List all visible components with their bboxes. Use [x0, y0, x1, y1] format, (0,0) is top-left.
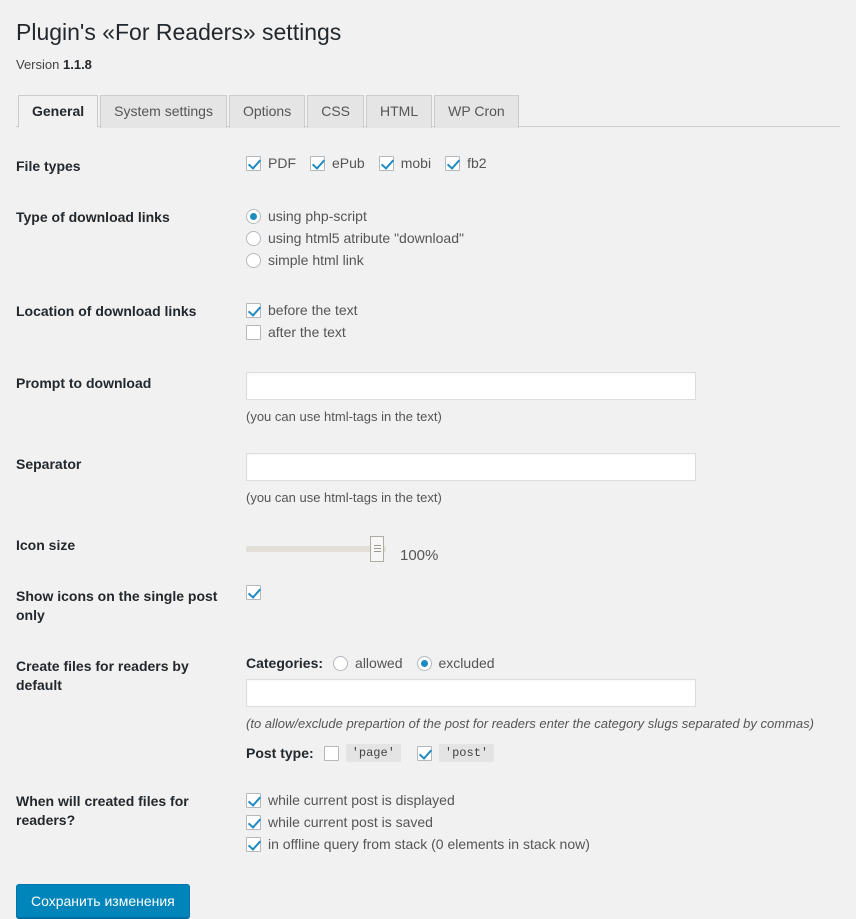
- radio-simple-link[interactable]: [246, 252, 261, 268]
- checkbox-after-text[interactable]: [246, 324, 261, 340]
- single-post-option[interactable]: [246, 585, 830, 600]
- page-title: Plugin's «For Readers» settings: [16, 19, 342, 45]
- row-file-types: File types PDF ePub mobi fb2: [16, 141, 840, 192]
- link-location-after-label: after the text: [268, 324, 346, 340]
- file-types-group: PDF ePub mobi fb2: [246, 155, 830, 171]
- label-when-created: When will created files for readers?: [16, 793, 189, 828]
- post-type-group: Post type: 'page' 'post': [246, 744, 830, 762]
- when-created-offline-label: in offline query from stack (0 elements …: [268, 836, 590, 852]
- checkbox-fb2[interactable]: [445, 155, 461, 171]
- link-type-php-label: using php-script: [268, 208, 367, 224]
- submit-area: Сохранить изменения: [16, 870, 840, 918]
- categories-group: Categories: allowed excluded: [246, 655, 830, 671]
- link-type-simple-label: simple html link: [268, 252, 364, 268]
- when-created-displayed-label: while current post is displayed: [268, 792, 455, 808]
- checkbox-post-saved[interactable]: [246, 814, 261, 830]
- row-link-type: Type of download links using php-script …: [16, 192, 840, 286]
- link-type-option-html5[interactable]: using html5 atribute "download": [246, 228, 830, 248]
- tab-bar: General System settings Options CSS HTML WP C…: [16, 94, 840, 128]
- categories-excluded-label: excluded: [438, 655, 495, 671]
- file-type-mobi[interactable]: mobi: [378, 155, 432, 171]
- file-type-pdf-label: PDF: [268, 155, 296, 171]
- version-number: 1.1.8: [63, 57, 92, 72]
- categories-input[interactable]: [246, 679, 696, 707]
- label-icon-size: Icon size: [16, 537, 76, 553]
- file-type-mobi-label: mobi: [400, 155, 432, 171]
- row-link-location: Location of download links before the te…: [16, 286, 840, 358]
- checkbox-epub[interactable]: [310, 155, 325, 171]
- tab-css[interactable]: CSS: [307, 95, 365, 128]
- post-type-post-label: 'post': [438, 744, 495, 762]
- icon-size-control: 100%: [246, 534, 830, 564]
- radio-php-script[interactable]: [246, 208, 261, 224]
- label-prompt: Prompt to download: [16, 375, 152, 391]
- version-label: Version: [16, 57, 60, 72]
- settings-form: File types PDF ePub mobi fb2 Type of dow…: [16, 141, 840, 870]
- label-file-types: File types: [16, 158, 81, 174]
- radio-categories-allowed[interactable]: [333, 655, 349, 671]
- checkbox-pdf[interactable]: [246, 155, 261, 171]
- tab-wp-cron[interactable]: WP Cron: [434, 95, 519, 128]
- version-line: Version 1.1.8: [16, 53, 840, 72]
- when-created-saved[interactable]: while current post is saved: [246, 812, 830, 832]
- label-separator: Separator: [16, 456, 82, 472]
- radio-categories-excluded[interactable]: [416, 655, 432, 671]
- radio-html5-attribute[interactable]: [246, 230, 261, 246]
- categories-excluded[interactable]: excluded: [416, 655, 495, 671]
- prompt-hint: (you can use html-tags in the text): [246, 409, 442, 424]
- tab-options[interactable]: Options: [228, 95, 306, 128]
- row-separator: Separator (you can use html-tags in the …: [16, 439, 840, 520]
- tab-html[interactable]: HTML: [366, 95, 433, 128]
- tab-general[interactable]: General: [18, 95, 99, 128]
- file-type-epub[interactable]: ePub: [310, 155, 365, 171]
- categories-hint: (to allow/exclude prepartion of the post…: [246, 716, 814, 731]
- checkbox-post-displayed[interactable]: [246, 792, 261, 808]
- when-created-saved-label: while current post is saved: [268, 814, 433, 830]
- slider-handle[interactable]: [370, 535, 384, 562]
- post-type-label: Post type:: [246, 745, 314, 761]
- when-created-offline[interactable]: in offline query from stack (0 elements …: [246, 834, 830, 854]
- row-when-created: When will created files for readers? whi…: [16, 776, 840, 870]
- label-link-location: Location of download links: [16, 303, 197, 319]
- prompt-input[interactable]: [246, 372, 696, 400]
- checkbox-single-post-only[interactable]: [246, 585, 261, 600]
- label-single-post: Show icons on the single post only: [16, 588, 218, 623]
- row-create-files: Create files for readers by default Cate…: [16, 641, 840, 776]
- label-create-files: Create files for readers by default: [16, 658, 189, 693]
- separator-input[interactable]: [246, 453, 696, 481]
- file-type-fb2-label: fb2: [467, 155, 487, 171]
- checkbox-post-type-page[interactable]: [323, 745, 339, 761]
- link-type-option-simple[interactable]: simple html link: [246, 250, 830, 270]
- checkbox-mobi[interactable]: [378, 155, 394, 171]
- link-location-before[interactable]: before the text: [246, 300, 830, 320]
- settings-page: Plugin's «For Readers» settings Version …: [0, 0, 856, 918]
- link-location-before-label: before the text: [268, 302, 358, 318]
- row-prompt: Prompt to download (you can use html-tag…: [16, 358, 840, 439]
- when-created-displayed[interactable]: while current post is displayed: [246, 790, 830, 810]
- file-type-pdf[interactable]: PDF: [246, 155, 296, 171]
- label-link-type: Type of download links: [16, 209, 170, 225]
- row-icon-size: Icon size 100%: [16, 520, 840, 571]
- row-single-post: Show icons on the single post only: [16, 571, 840, 641]
- categories-label: Categories:: [246, 655, 324, 671]
- checkbox-offline-query[interactable]: [246, 836, 261, 852]
- checkbox-before-text[interactable]: [246, 302, 261, 318]
- link-type-option-php[interactable]: using php-script: [246, 206, 830, 226]
- post-type-page-label: 'page': [345, 744, 401, 762]
- separator-hint: (you can use html-tags in the text): [246, 490, 442, 505]
- link-type-html5-label: using html5 atribute "download": [268, 230, 464, 246]
- icon-size-value: 100%: [400, 547, 439, 564]
- save-changes-button[interactable]: Сохранить изменения: [16, 884, 190, 918]
- categories-allowed[interactable]: allowed: [333, 655, 403, 671]
- file-type-epub-label: ePub: [332, 155, 365, 171]
- file-type-fb2[interactable]: fb2: [445, 155, 487, 171]
- categories-allowed-label: allowed: [355, 655, 403, 671]
- icon-size-slider[interactable]: [246, 535, 386, 562]
- checkbox-post-type-post[interactable]: [416, 745, 432, 761]
- tab-system-settings[interactable]: System settings: [100, 95, 227, 128]
- link-location-after[interactable]: after the text: [246, 322, 830, 342]
